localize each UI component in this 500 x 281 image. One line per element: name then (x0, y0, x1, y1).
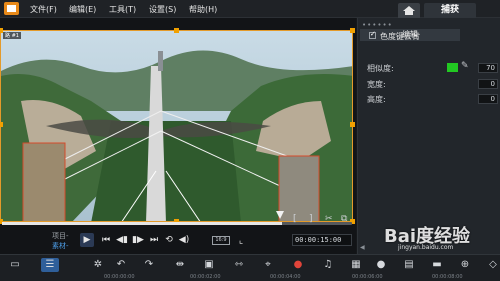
audio-mixer-button[interactable]: ♫ (319, 258, 337, 272)
redo-button[interactable]: ↷ (140, 258, 158, 272)
ruler-tick: 00:00:02:00 (190, 274, 221, 280)
home-icon (403, 6, 415, 15)
track-manager-button[interactable]: ● (372, 258, 390, 272)
timeline-toolbar (0, 254, 500, 281)
panel-grip[interactable]: •••••• (362, 21, 393, 29)
timecode-display[interactable]: 00:00:15:00 (292, 234, 352, 246)
split-track-icon: ⇿ (234, 259, 244, 270)
ruler-tick: 00:00:06:00 (352, 274, 383, 280)
expand-icon: ◇ (489, 259, 497, 270)
resize-handle[interactable] (350, 122, 355, 127)
repeat-button[interactable]: ⟲ (162, 233, 176, 247)
width-label: 宽度: (367, 80, 386, 89)
more-button[interactable]: ◇ (484, 258, 500, 272)
timeline-icon: ☰ (45, 259, 55, 270)
skip-start-icon: ⏮ (101, 235, 111, 245)
clip-mode-label[interactable]: 素材- (52, 241, 69, 251)
menu-tools[interactable]: 工具(T) (109, 4, 136, 15)
aspect-ratio-select[interactable]: 16:9 (212, 236, 230, 245)
next-frame-button[interactable]: ▮▶ (131, 233, 145, 247)
ruler-tick: 00:00:00:00 (104, 274, 135, 280)
panel-collapse-icon[interactable]: ◀ (360, 244, 365, 251)
resize-handle[interactable] (350, 28, 355, 33)
resize-handle[interactable] (0, 122, 3, 127)
tab-capture[interactable]: 捕获 (424, 3, 476, 18)
zoom-button[interactable]: ⊕ (456, 258, 474, 272)
crop-button[interactable]: ⌞ (234, 234, 248, 248)
next-frame-icon: ▮▶ (132, 235, 144, 245)
record-button[interactable]: ● (289, 258, 307, 272)
watermark-url: jingyan.baidu.com (398, 244, 454, 251)
volume-button[interactable]: ◀) (177, 233, 191, 247)
eyedropper-icon[interactable]: ✎ (461, 61, 469, 71)
height-label: 高度: (367, 95, 386, 104)
dot-icon: ● (376, 259, 386, 270)
menu-bar: 文件(F) 编辑(E) 工具(T) 设置(S) 帮助(H) 捕获 (0, 0, 500, 18)
video-preview[interactable]: 路 #1 (0, 30, 353, 222)
resize-handle[interactable] (0, 28, 3, 33)
zoom-icon: ⊕ (460, 259, 470, 270)
repeat-icon: ⟲ (165, 235, 173, 245)
preview-image (1, 31, 352, 221)
motion-button[interactable]: ⌖ (259, 258, 277, 272)
mark-out-icon[interactable]: ] (309, 214, 313, 224)
motion-icon: ⌖ (265, 259, 271, 270)
undo-button[interactable]: ↶ (112, 258, 130, 272)
menu-settings[interactable]: 设置(S) (149, 4, 176, 15)
chroma-key-checkbox[interactable] (369, 30, 376, 39)
film-icon: ▤ (404, 259, 414, 270)
scrubber-progress (2, 222, 282, 225)
prev-frame-icon: ◀▮ (116, 235, 128, 245)
fit-button[interactable]: ⇹ (171, 258, 189, 272)
grid-icon: ▦ (351, 259, 361, 270)
menu-file[interactable]: 文件(F) (30, 4, 57, 15)
prev-frame-button[interactable]: ◀▮ (115, 233, 129, 247)
caption-icon: ▬ (432, 259, 442, 270)
similarity-label: 相似度: (367, 64, 394, 73)
multi-cam-button[interactable]: ▦ (347, 258, 365, 272)
menu-edit[interactable]: 编辑(E) (69, 4, 96, 15)
play-icon: ▶ (83, 235, 91, 245)
fit-width-icon: ⇹ (175, 259, 185, 270)
volume-icon: ◀) (178, 235, 190, 245)
ruler-tick: 00:00:04:00 (270, 274, 301, 280)
menu-help[interactable]: 帮助(H) (189, 4, 217, 15)
play-button[interactable]: ▶ (80, 233, 94, 247)
options-panel: •••••• 编辑 (357, 18, 500, 254)
timeline-view-button[interactable]: ☰ (41, 258, 59, 272)
ruler-tick: 00:00:08:00 (432, 274, 463, 280)
tools-button[interactable]: ✲ (89, 258, 107, 272)
redo-icon: ↷ (144, 259, 154, 270)
app-logo-icon (4, 2, 19, 15)
subtitle-icon: ▣ (204, 259, 214, 270)
project-mode-label[interactable]: 项目- (52, 231, 69, 241)
chroma-key-label: 色度键去背 (380, 32, 420, 41)
clip-label: 路 #1 (3, 32, 21, 39)
track-transition-button[interactable]: ⇿ (230, 258, 248, 272)
undo-icon: ↶ (116, 259, 126, 270)
storyboard-view-button[interactable]: ▭ (6, 258, 24, 272)
split-icon[interactable]: ✂ (325, 214, 333, 224)
height-field[interactable]: 0 (478, 94, 498, 104)
mark-in-icon[interactable]: [ (293, 214, 297, 224)
resize-handle[interactable] (174, 28, 179, 33)
home-button[interactable] (398, 3, 420, 18)
skip-end-icon: ⏭ (149, 235, 159, 245)
scrubber-bar[interactable] (2, 222, 352, 225)
chapter-button[interactable]: ▤ (400, 258, 418, 272)
end-button[interactable]: ⏭ (147, 233, 161, 247)
enlarge-icon[interactable]: ⧉ (341, 214, 347, 224)
crop-icon: ⌞ (238, 236, 244, 246)
tools-icon: ✲ (93, 259, 103, 270)
subtitle-button[interactable]: ▣ (200, 258, 218, 272)
similarity-field[interactable]: 70 (478, 63, 498, 73)
width-field[interactable]: 0 (478, 79, 498, 89)
audio-icon: ♫ (323, 259, 333, 270)
subtitle-editor-button[interactable]: ▬ (428, 258, 446, 272)
storyboard-icon: ▭ (10, 259, 20, 270)
record-icon: ● (293, 259, 303, 270)
key-color-swatch[interactable] (447, 63, 458, 72)
preview-window: 路 #1 (0, 18, 356, 254)
home-start-button[interactable]: ⏮ (99, 233, 113, 247)
